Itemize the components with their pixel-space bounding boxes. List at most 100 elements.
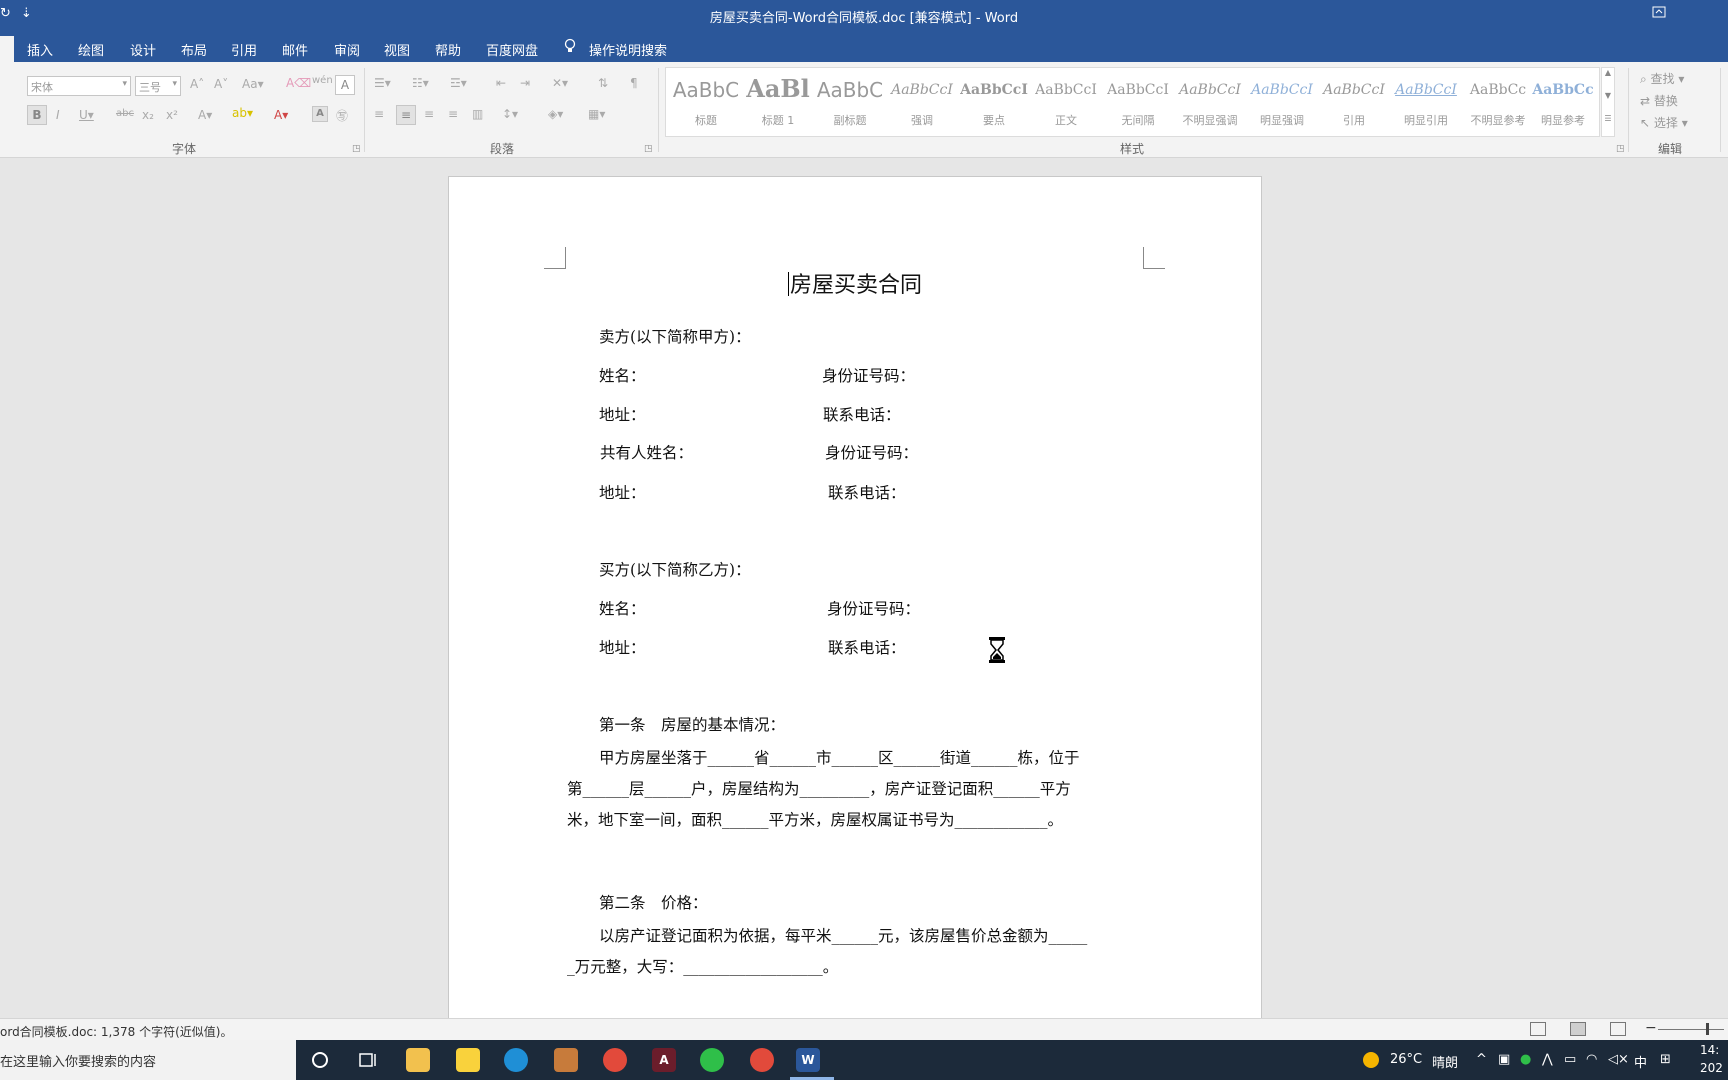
style-emphasis[interactable]: AaBbCcI 强调 <box>887 68 957 136</box>
tab-review[interactable]: 审阅 <box>334 40 360 59</box>
zoom-slider[interactable] <box>1658 1029 1724 1030</box>
wechat-tray-icon[interactable]: ● <box>1520 1052 1531 1067</box>
borders-icon[interactable]: ▦▾ <box>588 107 605 121</box>
character-border-icon[interactable]: A <box>335 75 355 95</box>
justify-button[interactable]: ≡ <box>448 107 458 121</box>
zoom-slider-thumb[interactable] <box>1706 1023 1709 1035</box>
gallery-more-icon[interactable]: ☰ <box>1602 114 1614 123</box>
edge-browser-icon[interactable] <box>504 1048 528 1072</box>
style-intense-quote[interactable]: AaBbCcI 明显引用 <box>1391 68 1461 136</box>
shrink-font-icon[interactable]: A˅ <box>214 77 228 91</box>
style-subtitle[interactable]: AaBbC 副标题 <box>815 68 885 136</box>
change-case-icon[interactable]: Aa▾ <box>242 77 264 91</box>
underline-button[interactable]: U▾ <box>79 108 94 122</box>
web-layout-icon[interactable] <box>1610 1022 1626 1036</box>
tell-me-search[interactable]: 操作说明搜索 <box>589 40 667 59</box>
highlight-icon[interactable]: ab▾ <box>232 106 253 120</box>
dialog-launcher-icon[interactable]: ◳ <box>644 144 653 154</box>
chrome-icon[interactable] <box>750 1048 774 1072</box>
wifi-icon[interactable]: ◠ <box>1586 1052 1597 1067</box>
file-explorer-icon[interactable] <box>406 1048 430 1072</box>
ime-mode-icon[interactable]: ⊞ <box>1660 1052 1671 1067</box>
tab-references[interactable]: 引用 <box>231 40 257 59</box>
replace-button[interactable]: ⇄ 替换 <box>1640 92 1678 109</box>
dialog-launcher-icon[interactable]: ◳ <box>352 144 361 154</box>
ime-indicator[interactable]: 中 <box>1634 1052 1647 1071</box>
tab-home-stub[interactable] <box>0 36 14 62</box>
tab-baidu-netdisk[interactable]: 百度网盘 <box>486 40 538 59</box>
superscript-button[interactable]: x² <box>166 108 178 122</box>
tab-mailings[interactable]: 邮件 <box>282 40 308 59</box>
weather-temperature[interactable]: 26°C <box>1390 1052 1422 1067</box>
align-left-button[interactable]: ≡ <box>374 107 384 121</box>
subscript-button[interactable]: x₂ <box>142 108 154 122</box>
sticky-notes-icon[interactable] <box>456 1048 480 1072</box>
volume-icon[interactable]: ◁× <box>1608 1052 1629 1067</box>
font-size-combo[interactable]: 三号 ▾ <box>135 76 181 96</box>
print-layout-icon[interactable] <box>1570 1022 1586 1036</box>
tray-app-icon[interactable]: ▣ <box>1498 1052 1510 1067</box>
task-view-icon[interactable] <box>356 1048 380 1072</box>
select-button[interactable]: ↖ 选择 ▾ <box>1640 114 1688 131</box>
clock-time[interactable]: 14: <box>1700 1043 1719 1057</box>
font-name-combo[interactable]: 宋体 ▾ <box>27 76 131 96</box>
dialog-launcher-icon[interactable]: ◳ <box>1616 144 1625 154</box>
word-count-status[interactable]: ord合同模板.doc: 1,378 个字符(近似值)。 <box>0 1023 232 1040</box>
line-spacing-icon[interactable]: ↕▾ <box>502 107 518 121</box>
read-mode-icon[interactable] <box>1530 1022 1546 1036</box>
red-a-app-icon[interactable]: A <box>652 1048 676 1072</box>
app-icon[interactable] <box>554 1048 578 1072</box>
style-intense-emphasis[interactable]: AaBbCcI 明显强调 <box>1247 68 1317 136</box>
document-page[interactable]: 房屋买卖合同 卖方(以下简称甲方)： 姓名： 身份证号码： 地址： 联系电话： … <box>448 176 1262 1018</box>
style-strong[interactable]: AaBbCcI 要点 <box>959 68 1029 136</box>
battery-icon[interactable]: ▭ <box>1564 1052 1576 1067</box>
tray-app-icon[interactable]: ⋀ <box>1542 1052 1553 1067</box>
numbering-icon[interactable]: ☷▾ <box>412 76 429 90</box>
style-no-spacing[interactable]: AaBbCcI 无间隔 <box>1103 68 1173 136</box>
style-subtle-emphasis[interactable]: AaBbCcI 不明显强调 <box>1175 68 1245 136</box>
tab-help[interactable]: 帮助 <box>435 40 461 59</box>
document-area[interactable]: 房屋买卖合同 卖方(以下简称甲方)： 姓名： 身份证号码： 地址： 联系电话： … <box>0 158 1728 1018</box>
chevron-up-icon[interactable]: ^ <box>1476 1052 1487 1067</box>
sort-icon[interactable]: ⇅ <box>598 76 608 90</box>
style-quote[interactable]: AaBbCcI 引用 <box>1319 68 1389 136</box>
tab-layout[interactable]: 布局 <box>181 40 207 59</box>
clear-formatting-icon[interactable]: A⌫ <box>286 76 311 90</box>
style-title[interactable]: AaBbC 标题 <box>671 68 741 136</box>
strikethrough-button[interactable]: abc <box>116 108 134 119</box>
asian-layout-icon[interactable]: ✕▾ <box>552 76 568 90</box>
character-shading-icon[interactable]: A <box>312 106 328 122</box>
enclose-characters-icon[interactable]: ㊢ <box>336 107 348 124</box>
ribbon-display-options-icon[interactable] <box>1652 6 1666 22</box>
cortana-icon[interactable] <box>308 1048 332 1072</box>
multilevel-list-icon[interactable]: ☲▾ <box>450 76 467 90</box>
wechat-icon[interactable] <box>700 1048 724 1072</box>
italic-button[interactable]: I <box>56 108 60 122</box>
show-marks-icon[interactable]: ¶ <box>630 76 638 90</box>
chevron-down-icon[interactable]: ▼ <box>1602 91 1614 100</box>
styles-gallery-scroll[interactable]: ▲ ▼ ☰ <box>1601 67 1615 137</box>
taskbar-search-box[interactable]: 在这里输入你要搜索的内容 <box>0 1040 296 1080</box>
align-right-button[interactable]: ≡ <box>424 107 434 121</box>
tab-draw[interactable]: 绘图 <box>78 40 104 59</box>
style-normal[interactable]: AaBbCcI 正文 <box>1031 68 1101 136</box>
phonetic-guide-icon[interactable]: wén <box>312 75 333 86</box>
decrease-indent-icon[interactable]: ⇤ <box>496 76 506 90</box>
style-subtle-reference[interactable]: AaBbCc 不明显参考 <box>1463 68 1533 136</box>
clock-date[interactable]: 202 <box>1700 1061 1723 1075</box>
increase-indent-icon[interactable]: ⇥ <box>520 76 530 90</box>
word-app-icon[interactable]: W <box>796 1048 820 1072</box>
style-intense-reference[interactable]: AaBbCc 明显参考 <box>1528 68 1598 136</box>
weather-icon[interactable] <box>1362 1051 1380 1073</box>
align-center-button[interactable]: ≡ <box>396 105 416 125</box>
bullets-icon[interactable]: ☰▾ <box>374 76 391 90</box>
tab-view[interactable]: 视图 <box>384 40 410 59</box>
bold-button[interactable]: B <box>27 105 47 125</box>
chevron-up-icon[interactable]: ▲ <box>1602 68 1614 77</box>
chrome-icon[interactable] <box>603 1048 627 1072</box>
font-color-icon[interactable]: A▾ <box>274 108 288 122</box>
shading-icon[interactable]: ◈▾ <box>548 107 563 121</box>
zoom-out-icon[interactable]: − <box>1645 1020 1657 1036</box>
weather-description[interactable]: 晴朗 <box>1432 1052 1458 1071</box>
text-effects-icon[interactable]: A▾ <box>198 108 212 122</box>
